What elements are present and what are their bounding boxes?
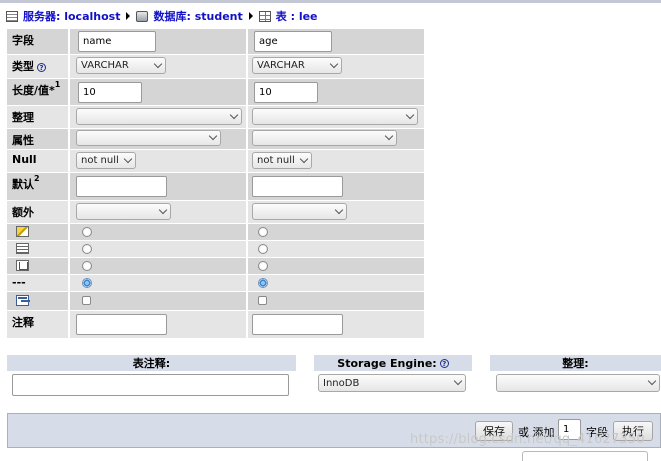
unique-icon: [16, 260, 29, 271]
unique-radio-2[interactable]: [258, 261, 268, 271]
table-collation-header: 整理:: [490, 355, 661, 371]
length-input-2[interactable]: 10: [254, 82, 318, 103]
table-icon: [258, 10, 271, 22]
server-icon: [6, 10, 18, 22]
row-comment: 注释: [7, 311, 424, 338]
type-select-2[interactable]: VARCHAR: [252, 57, 342, 74]
row-default: 默认2: [7, 173, 424, 200]
label-length: 长度/值*1: [7, 79, 68, 105]
label-comment: 注释: [7, 311, 68, 338]
row-length: 长度/值*1 10 10: [7, 79, 424, 105]
footer-select-edge[interactable]: [522, 451, 648, 461]
chevron-down-icon: [158, 205, 168, 214]
length-input-1[interactable]: 10: [78, 82, 142, 103]
attributes-select-2[interactable]: [252, 130, 397, 146]
table-comment-input[interactable]: [12, 374, 289, 396]
chevron-down-icon: [405, 110, 415, 119]
default-input-1[interactable]: [76, 176, 167, 197]
label-collation: 整理: [7, 106, 68, 128]
primary-radio-2[interactable]: [258, 227, 268, 237]
breadcrumb-server-link[interactable]: 服务器: localhost: [23, 8, 120, 24]
storage-engine-select[interactable]: InnoDB: [318, 374, 466, 392]
breadcrumb: 服务器: localhost 数据库: student 表 : lee: [6, 8, 318, 24]
watermark-text: https://blog.csdn.net/qq_41627350: [410, 432, 645, 447]
primary-radio-1[interactable]: [82, 227, 92, 237]
field-name-input-1[interactable]: name: [78, 31, 156, 52]
help-icon[interactable]: ?: [37, 63, 46, 72]
extra-select-1[interactable]: [76, 203, 171, 220]
database-icon: [136, 10, 149, 22]
row-type: 类型? VARCHAR VARCHAR: [7, 55, 424, 78]
attributes-select-1[interactable]: [76, 130, 221, 146]
breadcrumb-separator-icon: [248, 12, 253, 20]
chevron-down-icon: [229, 110, 239, 119]
comment-input-1[interactable]: [76, 314, 167, 335]
row-index-unique: [7, 258, 424, 274]
type-select-1[interactable]: VARCHAR: [76, 57, 166, 74]
label-default: 默认2: [7, 173, 68, 200]
null-select-1[interactable]: not null: [76, 152, 136, 169]
row-extra: 额外: [7, 201, 424, 223]
chevron-down-icon: [123, 154, 133, 163]
label-attributes: 属性: [7, 129, 68, 149]
chevron-down-icon: [334, 205, 344, 214]
row-index-primary: [7, 224, 424, 240]
fulltext-checkbox-1[interactable]: [82, 296, 91, 305]
comment-input-2[interactable]: [252, 314, 343, 335]
breadcrumb-separator-icon: [126, 12, 131, 20]
row-field-name: 字段 name age: [7, 29, 424, 54]
index-radio-1[interactable]: [82, 244, 92, 254]
table-comment-header: 表注释:: [7, 355, 296, 371]
unique-radio-1[interactable]: [82, 261, 92, 271]
fulltext-checkbox-2[interactable]: [258, 296, 267, 305]
label-extra: 额外: [7, 201, 68, 223]
primary-key-icon: [16, 226, 29, 237]
index-radio-2[interactable]: [258, 244, 268, 254]
row-index-none: ---: [7, 275, 424, 291]
breadcrumb-database-link[interactable]: 数据库: student: [153, 8, 242, 24]
default-input-2[interactable]: [252, 176, 343, 197]
index-icon: [16, 243, 29, 254]
row-index-index: [7, 241, 424, 257]
label-none-index: ---: [12, 276, 26, 289]
label-field: 字段: [7, 29, 68, 54]
chevron-down-icon: [153, 59, 163, 68]
storage-engine-header: Storage Engine:?: [314, 355, 472, 371]
breadcrumb-table-link[interactable]: 表 : lee: [276, 8, 318, 24]
none-radio-1[interactable]: [82, 278, 92, 288]
null-select-2[interactable]: not null: [252, 152, 312, 169]
chevron-down-icon: [329, 59, 339, 68]
collation-select-2[interactable]: [252, 108, 418, 125]
row-collation: 整理: [7, 106, 424, 128]
row-fulltext: [7, 292, 424, 310]
row-null: Null not null not null: [7, 150, 424, 172]
help-icon[interactable]: ?: [439, 358, 449, 368]
none-radio-2[interactable]: [258, 278, 268, 288]
chevron-down-icon: [453, 376, 463, 386]
label-null: Null: [7, 150, 68, 172]
chevron-down-icon: [647, 376, 657, 386]
fulltext-icon: [16, 295, 29, 306]
collation-select-1[interactable]: [76, 108, 242, 125]
field-name-input-2[interactable]: age: [254, 31, 332, 52]
top-border: [0, 0, 661, 3]
chevron-down-icon: [208, 131, 218, 141]
table-collation-select[interactable]: [496, 374, 660, 392]
chevron-down-icon: [384, 131, 394, 141]
chevron-down-icon: [299, 154, 309, 163]
label-type: 类型?: [7, 55, 68, 78]
extra-select-2[interactable]: [252, 203, 347, 220]
row-attributes: 属性: [7, 129, 424, 149]
